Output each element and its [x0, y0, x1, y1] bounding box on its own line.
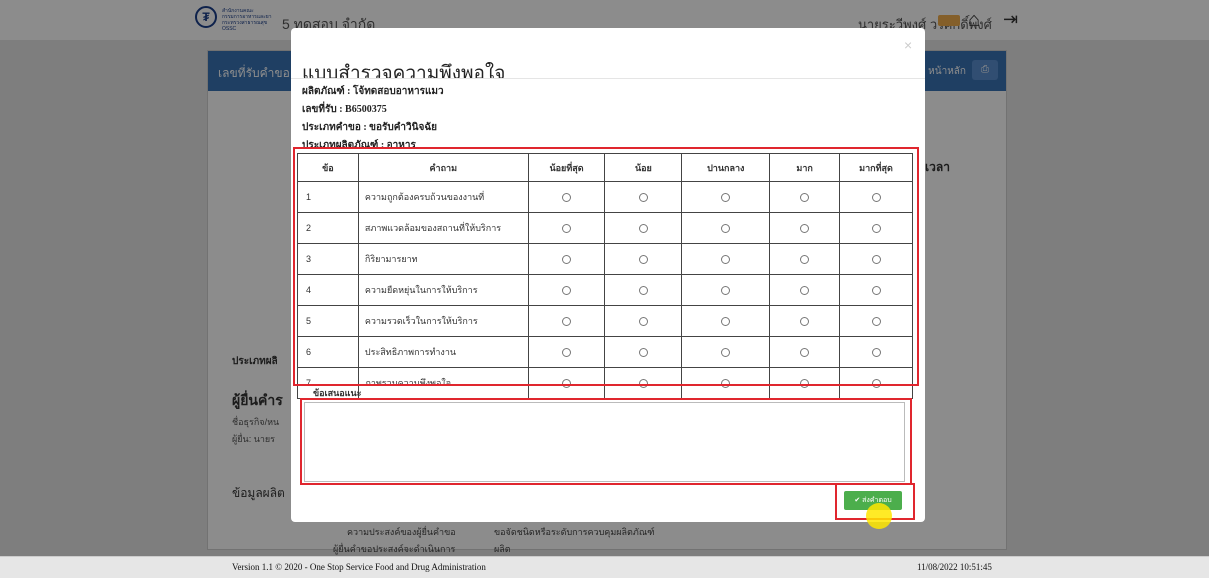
info-request-number: เลขที่รับ : B6500375: [302, 104, 387, 115]
modal-divider: [291, 78, 925, 79]
close-icon[interactable]: ×: [904, 37, 912, 53]
footer: Version 1.1 © 2020 - One Stop Service Fo…: [0, 556, 1209, 578]
info-request-type: ประเภทคำขอ : ขอรับคำวินิจฉัย: [302, 122, 438, 133]
footer-datetime: 11/08/2022 10:51:45: [917, 562, 992, 572]
textarea-highlight-box: [300, 398, 912, 485]
table-highlight-box: [293, 147, 919, 386]
info-product: ผลิตภัณฑ์ : โจ้ทดสอบอาหารแมว: [302, 86, 444, 97]
mouse-cursor-highlight: [866, 503, 892, 529]
version-text: Version 1.1 © 2020 - One Stop Service Fo…: [232, 562, 486, 572]
